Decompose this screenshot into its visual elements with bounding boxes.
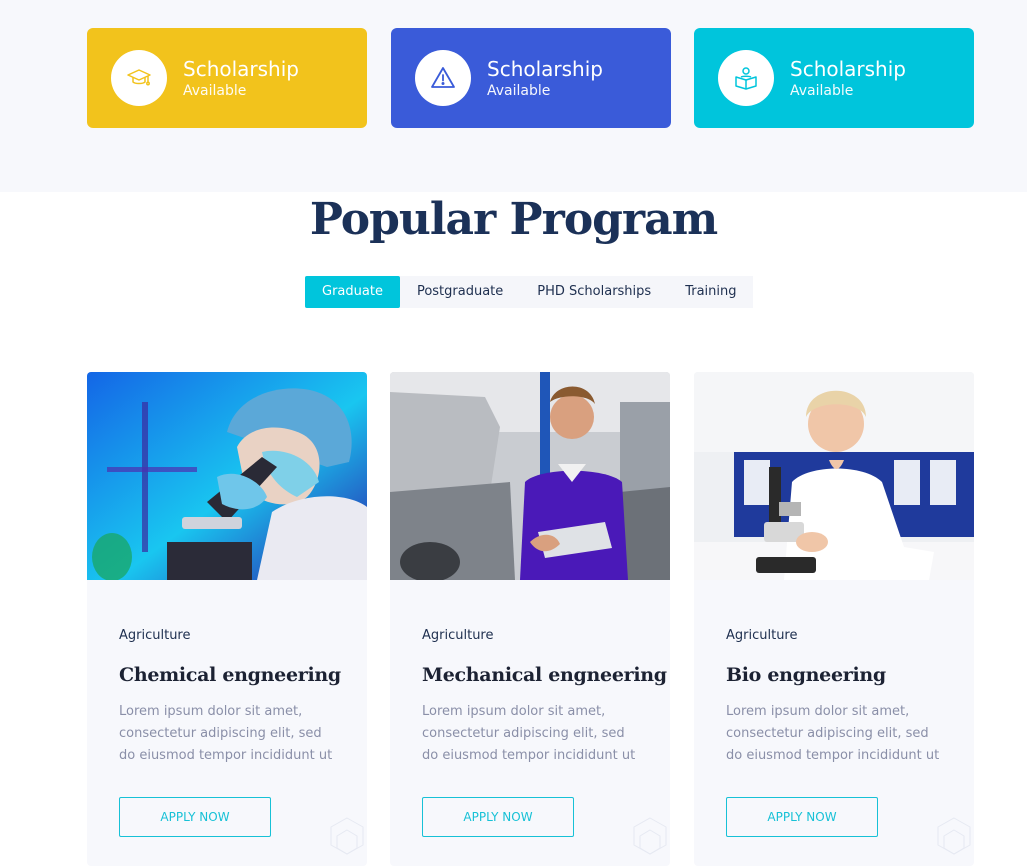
tab-graduate[interactable]: Graduate xyxy=(305,276,400,308)
card-description: Lorem ipsum dolor sit amet, consectetur … xyxy=(422,704,636,763)
tab-training[interactable]: Training xyxy=(668,276,753,308)
feature-subtitle: Available xyxy=(487,82,551,99)
card-description: Lorem ipsum dolor sit amet, consectetur … xyxy=(726,704,940,763)
card-title[interactable]: Bio engneering xyxy=(726,662,942,688)
feature-title: Scholarship xyxy=(790,56,906,81)
card-category: Agriculture xyxy=(422,628,494,643)
section-title: Popular Program xyxy=(309,194,718,245)
apply-now-button[interactable]: APPLY NOW xyxy=(119,797,271,837)
program-card: Agriculture Mechanical engneering Lorem … xyxy=(390,372,670,866)
feature-icon-circle xyxy=(111,50,167,106)
hexagon-pattern-decoration xyxy=(330,817,364,855)
feature-title: Scholarship xyxy=(183,56,299,81)
feature-box-scholarship-3[interactable]: Scholarship Available xyxy=(694,28,974,128)
program-tabs: Graduate Postgraduate PHD Scholarships T… xyxy=(305,276,754,308)
card-title[interactable]: Mechanical engneering xyxy=(422,662,667,688)
mechanic-with-clipboard-photo xyxy=(390,372,670,580)
warning-triangle-icon xyxy=(431,67,455,88)
feature-icon-circle xyxy=(415,50,471,106)
hexagon-pattern-decoration xyxy=(633,817,667,855)
hexagon-pattern-decoration xyxy=(937,817,971,855)
feature-subtitle: Available xyxy=(790,82,854,99)
program-card: Agriculture Chemical engneering Lorem ip… xyxy=(87,372,367,866)
tab-postgraduate[interactable]: Postgraduate xyxy=(400,276,520,308)
program-card: Agriculture Bio engneering Lorem ipsum d… xyxy=(694,372,974,866)
graduation-cap-icon xyxy=(127,69,151,86)
woman-with-microscope-photo xyxy=(694,372,974,580)
feature-title: Scholarship xyxy=(487,56,603,81)
feature-icon-circle xyxy=(718,50,774,106)
card-category: Agriculture xyxy=(726,628,798,643)
feature-subtitle: Available xyxy=(183,82,247,99)
feature-box-scholarship-1[interactable]: Scholarship Available xyxy=(87,28,367,128)
tab-phd-scholarships[interactable]: PHD Scholarships xyxy=(520,276,668,308)
reading-person-icon xyxy=(735,67,757,90)
card-title[interactable]: Chemical engneering xyxy=(119,662,341,688)
card-category: Agriculture xyxy=(119,628,191,643)
feature-box-scholarship-2[interactable]: Scholarship Available xyxy=(391,28,671,128)
scientist-with-microscope-photo xyxy=(87,372,367,580)
card-description: Lorem ipsum dolor sit amet, consectetur … xyxy=(119,704,333,763)
apply-now-button[interactable]: APPLY NOW xyxy=(726,797,878,837)
apply-now-button[interactable]: APPLY NOW xyxy=(422,797,574,837)
